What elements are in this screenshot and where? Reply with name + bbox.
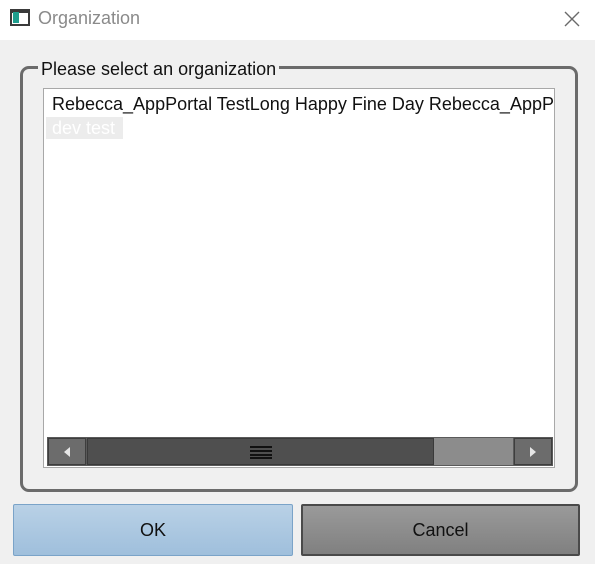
window-title: Organization <box>38 8 141 28</box>
grip-icon <box>249 445 272 459</box>
arrow-left-icon <box>64 446 70 457</box>
cancel-button[interactable]: Cancel <box>301 504 580 556</box>
list-item-selected[interactable]: dev test <box>46 117 124 139</box>
scroll-left-button[interactable] <box>48 438 86 465</box>
scroll-track[interactable] <box>434 438 513 465</box>
arrow-right-icon <box>530 446 536 457</box>
title-bar: Organization <box>0 0 595 40</box>
close-icon <box>564 11 580 27</box>
app-window-icon <box>10 9 30 26</box>
scroll-right-button[interactable] <box>514 438 552 465</box>
close-button[interactable] <box>556 4 588 34</box>
organization-listbox[interactable]: Rebecca_AppPortal TestLong Happy Fine Da… <box>43 88 555 468</box>
horizontal-scrollbar[interactable] <box>47 437 553 466</box>
scroll-thumb[interactable] <box>87 438 434 465</box>
list-item[interactable]: Rebecca_AppPortal TestLong Happy Fine Da… <box>52 93 554 115</box>
group-label: Please select an organization <box>38 58 280 80</box>
ok-button[interactable]: OK <box>13 504 293 556</box>
